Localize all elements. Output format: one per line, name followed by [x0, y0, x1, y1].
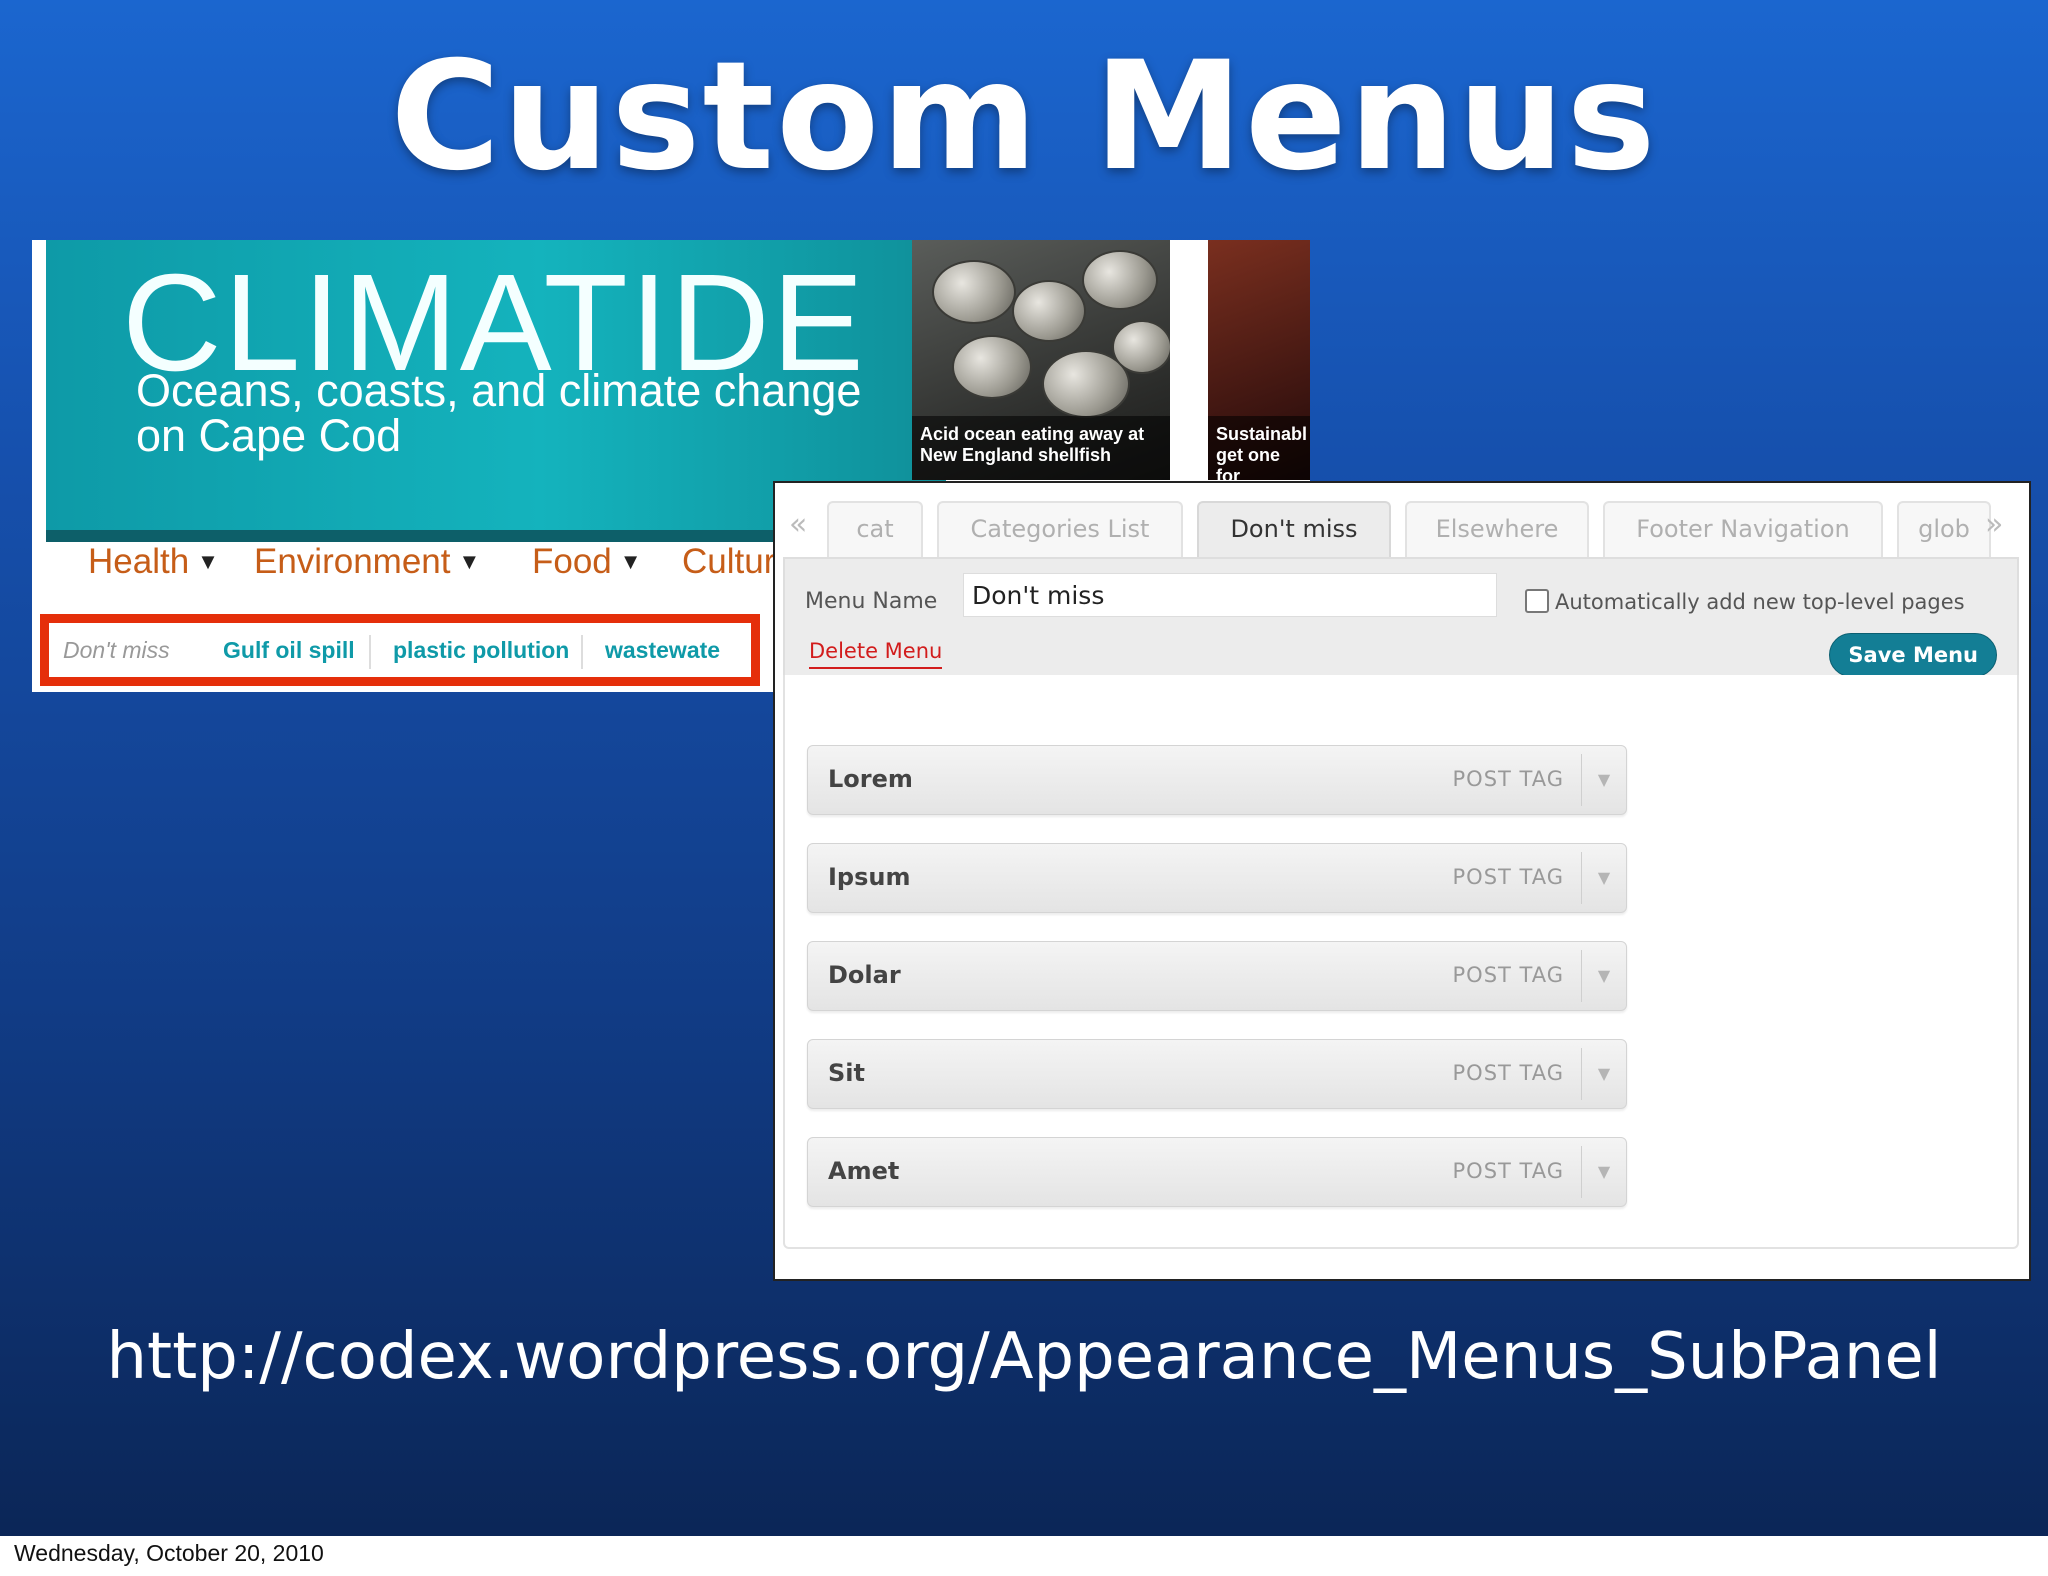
menu-item[interactable]: Sit POST TAG ▼ — [807, 1039, 1627, 1109]
menu-tabs: « cat Categories List Don't miss Elsewhe… — [775, 501, 2029, 561]
menu-item[interactable]: Dolar POST TAG ▼ — [807, 941, 1627, 1011]
menu-name-field[interactable] — [963, 573, 1497, 617]
menu-item-title: Sit — [828, 1059, 865, 1087]
subnav-label: Don't miss — [63, 637, 170, 663]
menu-item-title: Dolar — [828, 961, 901, 989]
thumbnail-sustainable[interactable]: Sustainabl get one for — [1208, 240, 1310, 480]
nav-label: Environment — [254, 542, 451, 581]
slide: Custom Menus CLIMATIDE Oceans, coasts, a… — [0, 0, 2048, 1536]
subnav-link-wastewater[interactable]: wastewate — [605, 637, 720, 664]
dont-miss-highlight: Don't miss Gulf oil spill plastic pollut… — [40, 614, 760, 686]
shell-shape — [1082, 250, 1158, 310]
menu-items-area: Lorem POST TAG ▼ Ipsum POST TAG ▼ Dolar … — [783, 675, 2019, 1249]
menu-item[interactable]: Amet POST TAG ▼ — [807, 1137, 1627, 1207]
site-tagline: Oceans, coasts, and climate change on Ca… — [136, 365, 862, 461]
menu-header: Menu Name Automatically add new top-leve… — [783, 557, 2019, 677]
auto-add-option[interactable]: Automatically add new top-level pages — [1525, 589, 1965, 614]
subnav-divider — [581, 635, 583, 669]
caret-down-icon: ▼ — [619, 549, 642, 574]
wp-menus-panel: « cat Categories List Don't miss Elsewhe… — [773, 481, 2031, 1281]
tab-elsewhere[interactable]: Elsewhere — [1405, 501, 1589, 557]
auto-add-label: Automatically add new top-level pages — [1555, 590, 1965, 614]
thumbnail-caption: Acid ocean eating away at New England sh… — [912, 416, 1170, 480]
caret-down-icon: ▼ — [458, 549, 481, 574]
menu-name-label: Menu Name — [805, 589, 938, 614]
subnav-divider — [369, 635, 371, 669]
expand-arrow-icon[interactable]: ▼ — [1581, 1146, 1626, 1198]
nav-label: Health — [88, 542, 190, 581]
menu-item-title: Ipsum — [828, 863, 911, 891]
slide-date: Wednesday, October 20, 2010 — [14, 1540, 324, 1566]
save-menu-button[interactable]: Save Menu — [1829, 633, 1997, 677]
tab-dont-miss[interactable]: Don't miss — [1197, 501, 1391, 559]
menu-item-type: POST TAG — [1452, 1159, 1564, 1183]
subnav-link-plastic-pollution[interactable]: plastic pollution — [393, 637, 569, 664]
shell-shape — [1012, 280, 1086, 342]
thumbnail-shellfish[interactable]: Acid ocean eating away at New England sh… — [912, 240, 1170, 480]
menu-item[interactable]: Lorem POST TAG ▼ — [807, 745, 1627, 815]
slide-title: Custom Menus — [390, 30, 1658, 204]
nav-item-environment[interactable]: Environment ▼ — [254, 542, 480, 582]
caret-down-icon: ▼ — [197, 549, 219, 574]
nav-item-health[interactable]: Health ▼ — [88, 542, 219, 582]
scroll-right-icon[interactable]: » — [1985, 507, 2003, 542]
tab-footer-navigation[interactable]: Footer Navigation — [1603, 501, 1883, 557]
thumbnail-caption: Sustainabl get one for — [1208, 416, 1310, 480]
menu-item[interactable]: Ipsum POST TAG ▼ — [807, 843, 1627, 913]
scroll-left-icon[interactable]: « — [789, 507, 807, 542]
expand-arrow-icon[interactable]: ▼ — [1581, 754, 1626, 806]
tab-cat[interactable]: cat — [827, 501, 923, 557]
codex-url[interactable]: http://codex.wordpress.org/Appearance_Me… — [0, 1320, 2048, 1394]
menu-item-title: Lorem — [828, 765, 913, 793]
shell-shape — [932, 260, 1016, 324]
expand-arrow-icon[interactable]: ▼ — [1581, 852, 1626, 904]
menu-item-type: POST TAG — [1452, 767, 1564, 791]
tab-categories-list[interactable]: Categories List — [937, 501, 1183, 557]
nav-label: Food — [532, 542, 612, 581]
delete-menu-link[interactable]: Delete Menu — [809, 639, 943, 669]
subnav-link-gulf-oil-spill[interactable]: Gulf oil spill — [223, 637, 355, 664]
auto-add-checkbox[interactable] — [1525, 589, 1549, 613]
expand-arrow-icon[interactable]: ▼ — [1581, 950, 1626, 1002]
menu-item-type: POST TAG — [1452, 1061, 1564, 1085]
shell-shape — [1112, 320, 1170, 374]
expand-arrow-icon[interactable]: ▼ — [1581, 1048, 1626, 1100]
shell-shape — [952, 335, 1032, 399]
tab-glob[interactable]: glob — [1897, 501, 1991, 557]
menu-item-type: POST TAG — [1452, 963, 1564, 987]
nav-item-food[interactable]: Food ▼ — [532, 542, 642, 582]
menu-item-title: Amet — [828, 1157, 900, 1185]
menu-item-type: POST TAG — [1452, 865, 1564, 889]
